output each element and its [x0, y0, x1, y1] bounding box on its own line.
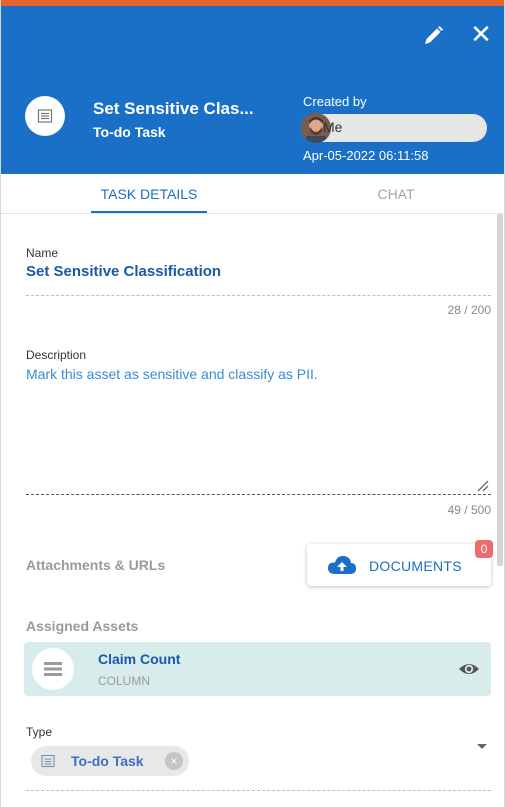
documents-button[interactable]: DOCUMENTS — [307, 544, 491, 586]
asset-type: COLUMN — [98, 674, 151, 688]
type-label: Type — [26, 725, 53, 739]
cloud-upload-icon — [327, 555, 357, 575]
close-icon[interactable]: ✕ — [467, 20, 495, 48]
assigned-assets-label: Assigned Assets — [26, 618, 139, 634]
chip-remove-icon[interactable]: × — [165, 752, 183, 770]
attachments-label: Attachments & URLs — [26, 557, 166, 573]
type-chip-label: To-do Task — [71, 753, 144, 769]
description-underline — [26, 494, 491, 495]
column-icon — [32, 648, 74, 690]
asset-item[interactable]: Claim Count COLUMN — [24, 642, 491, 696]
name-char-counter: 28 / 200 — [447, 303, 491, 317]
asset-name[interactable]: Claim Count — [98, 651, 180, 667]
name-underline — [26, 295, 491, 296]
name-label: Name — [26, 246, 59, 260]
description-label: Description — [26, 348, 87, 362]
list-icon — [25, 96, 65, 136]
creator-chip[interactable]: Me — [301, 113, 487, 143]
created-by-label: Created by — [303, 94, 367, 109]
description-field[interactable]: Mark this asset as sensitive and classif… — [26, 366, 476, 382]
name-field[interactable]: Set Sensitive Classification — [26, 263, 221, 280]
documents-count-badge: 0 — [475, 540, 493, 558]
tab-chat[interactable]: CHAT — [361, 186, 431, 202]
resize-handle-icon[interactable] — [475, 478, 489, 492]
list-icon — [41, 754, 55, 768]
pencil-icon[interactable] — [419, 22, 447, 50]
eye-icon[interactable] — [458, 659, 480, 679]
chevron-down-icon[interactable] — [477, 744, 487, 749]
scrollbar[interactable] — [497, 214, 503, 566]
type-underline — [26, 790, 491, 791]
task-title: Set Sensitive Clas... — [93, 99, 254, 118]
task-panel: ✕ Set Sensitive Clas... To-do Task Creat… — [0, 0, 505, 807]
description-char-counter: 49 / 500 — [447, 503, 491, 517]
documents-button-label: DOCUMENTS — [369, 558, 462, 574]
type-chip[interactable]: To-do Task × — [31, 746, 189, 776]
active-tab-indicator — [91, 211, 207, 213]
created-date: Apr-05-2022 06:11:58 — [303, 148, 429, 163]
creator-name: Me — [323, 119, 343, 135]
task-type: To-do Task — [93, 124, 166, 140]
task-header: ✕ Set Sensitive Clas... To-do Task Creat… — [1, 6, 504, 174]
tab-bar: TASK DETAILS CHAT — [1, 174, 504, 214]
tab-task-details[interactable]: TASK DETAILS — [91, 186, 207, 202]
